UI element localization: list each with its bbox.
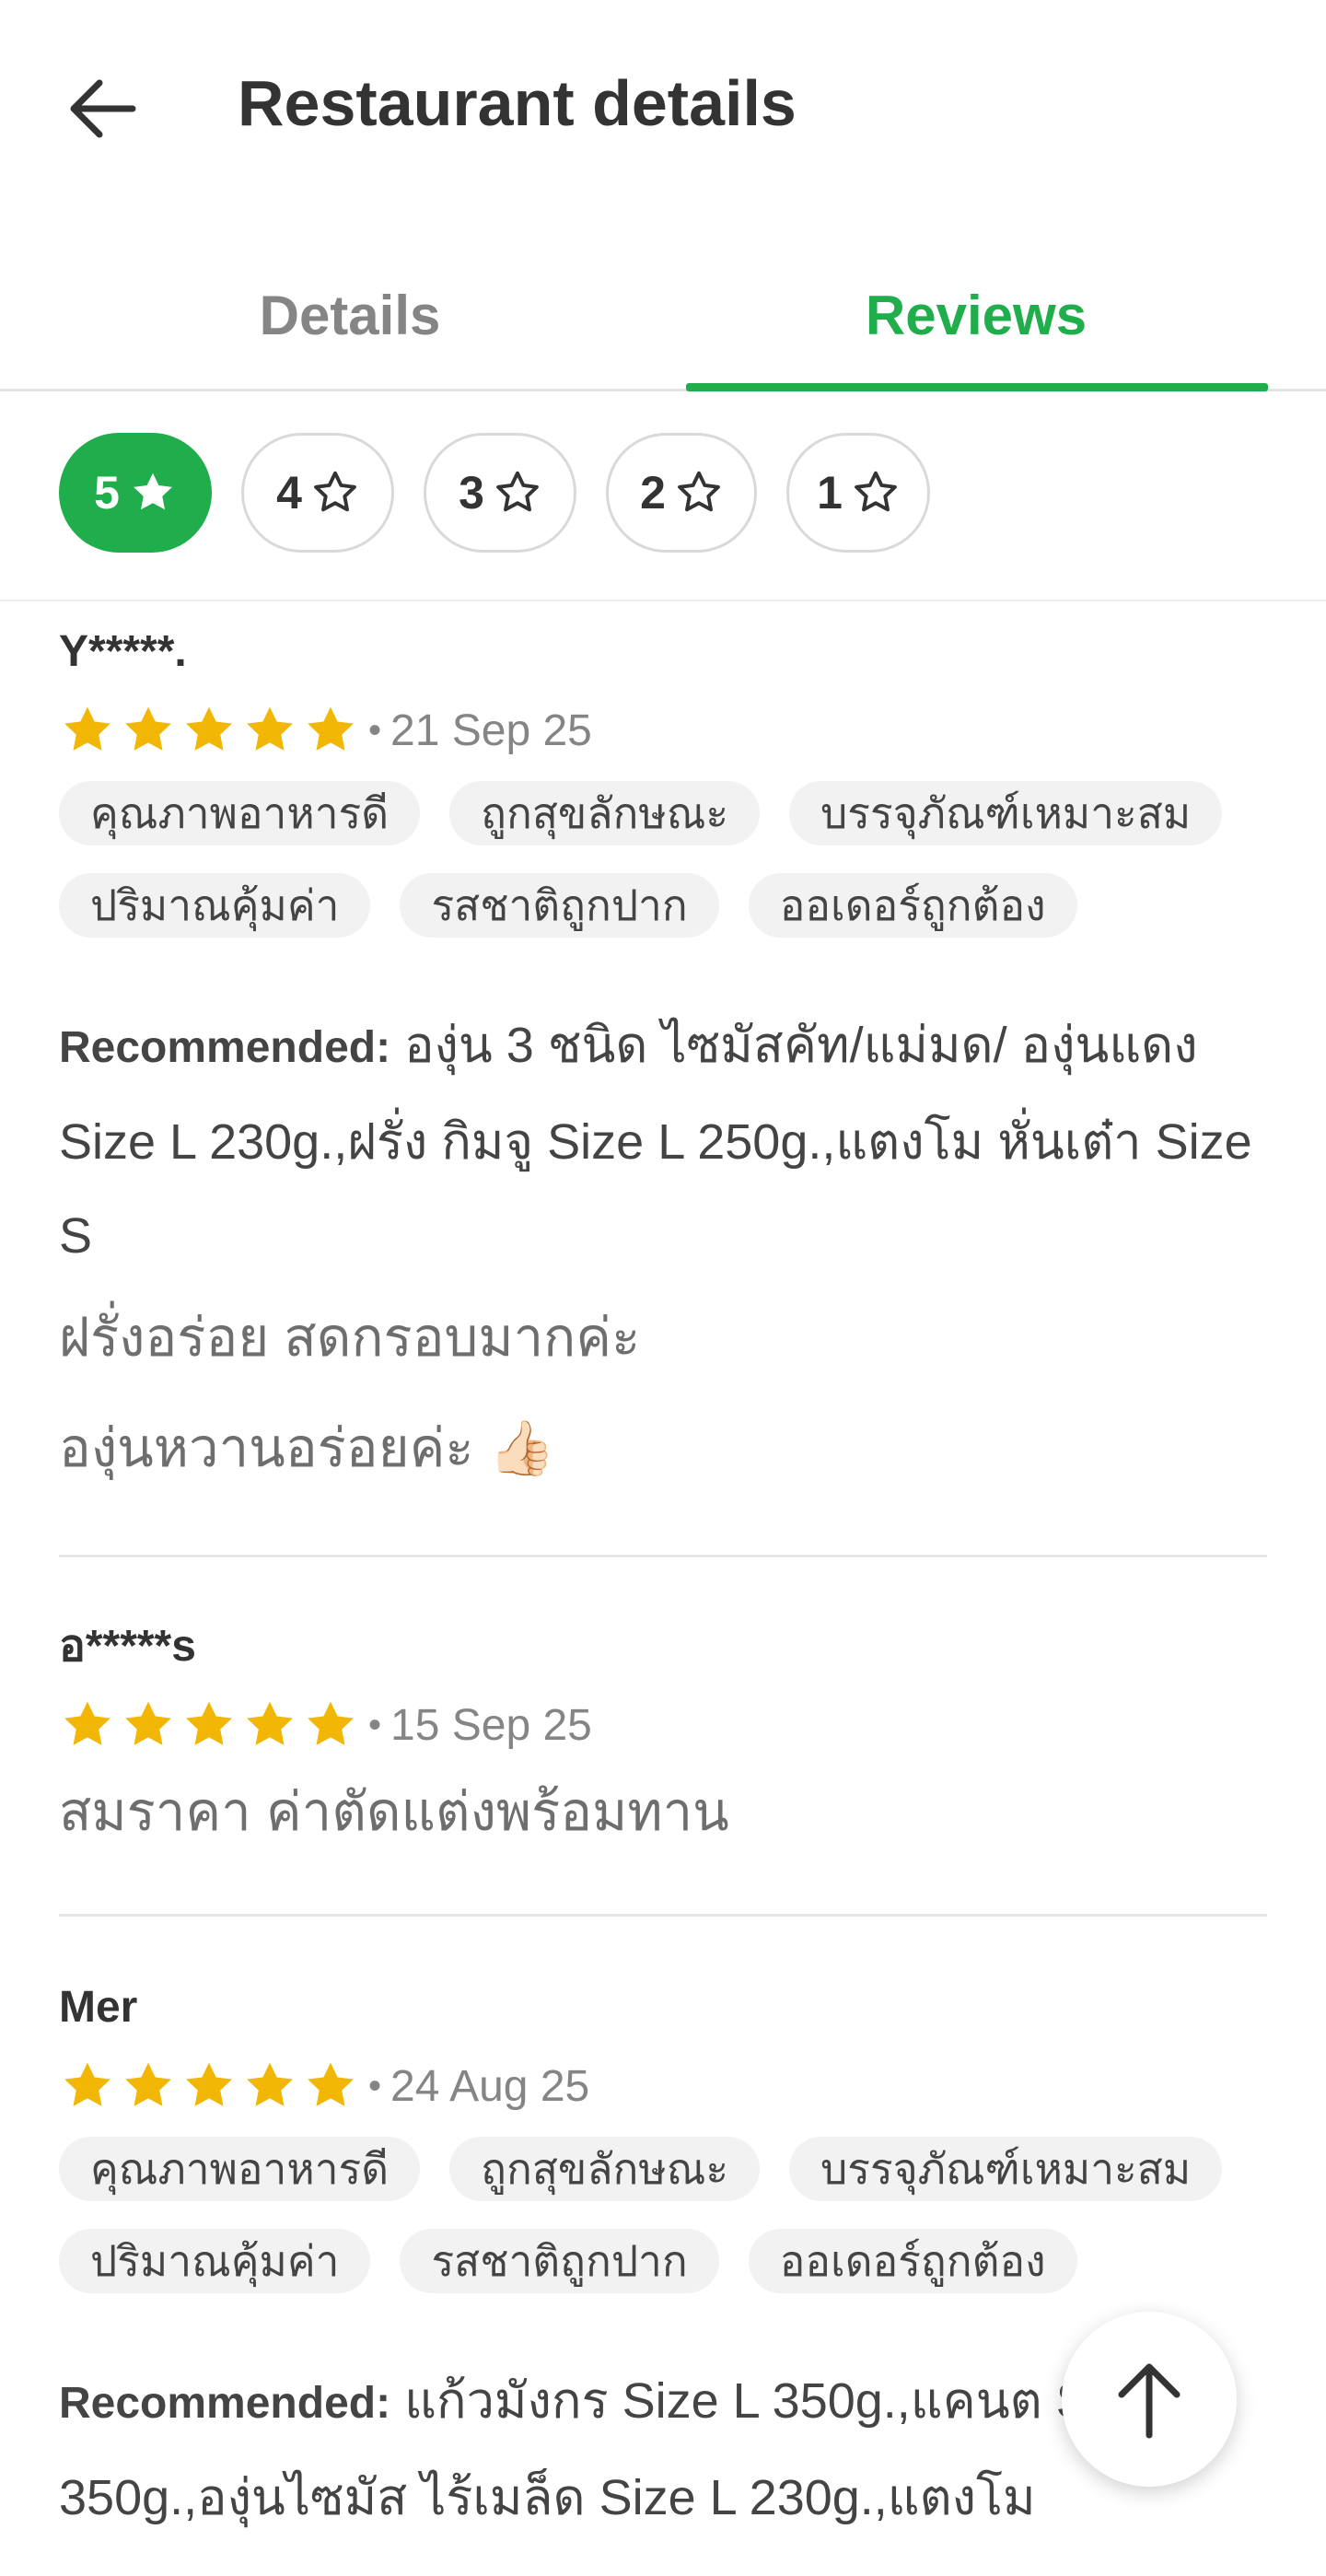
review-tags: คุณภาพอาหารดี ถูกสุขลักษณะ บรรจุภัณฑ์เหม… [59,2137,1267,2321]
star-icon [186,706,232,751]
star-icon [247,706,293,751]
rating-row: • 24 Aug 25 [59,2054,1267,2118]
tab-reviews[interactable]: Reviews [663,241,1289,389]
star-icon [308,1701,354,1745]
separator-dot: • [368,709,382,751]
review-date: 21 Sep 25 [390,705,592,755]
review-tag: คุณภาพอาหารดี [59,2137,421,2201]
filter-chip-label: 2 [640,467,666,519]
star-icon [64,1701,110,1745]
filter-chip-label: 1 [817,467,843,519]
star-icon [247,2062,293,2106]
review-tag: ออเดอร์ถูกต้อง [748,873,1077,938]
page-title: Restaurant details [238,67,797,139]
review-comment: สมราคา ค่าตัดแต่งพร้อมทาน [59,1782,729,1842]
review-date: 15 Sep 25 [390,1700,592,1750]
review-tag: ปริมาณคุ้มค่า [59,873,371,938]
scroll-to-top-button[interactable] [1062,2312,1237,2487]
arrow-left-icon [70,79,136,138]
reviewer-name: อ*****s [59,1622,196,1671]
separator-dot: • [368,1704,382,1745]
recommended-label: Recommended: [59,2379,391,2428]
star-icon [308,706,354,751]
review-tag: บรรจุภัณฑ์เหมาะสม [789,2137,1223,2201]
filter-chip-label: 5 [94,467,120,519]
review-tags: คุณภาพอาหารดี ถูกสุขลักษณะ บรรจุภัณฑ์เหม… [59,781,1267,965]
reviewer-name: Mer [59,1983,138,2032]
star-icon [186,1701,232,1745]
star-icon [125,706,171,751]
separator-dot: • [368,2065,382,2106]
review-divider [59,1914,1267,1917]
review-comment: ฝรั่งอร่อย สดกรอบมากค่ะ [59,1308,641,1368]
review-tag: คุณภาพอาหารดี [59,781,421,845]
star-outline-icon [314,471,356,512]
tab-bar: Details Reviews [0,241,1326,391]
star-icon [247,1701,293,1745]
star-icon [64,2062,110,2106]
review-tag: ปริมาณคุ้มค่า [59,2229,371,2293]
review-item: อ*****s • 15 Sep 25 สมราคา ค่าตัดแต่งพร้… [59,1619,1267,1868]
reviewer-name: Y*****. [59,627,187,676]
tab-details[interactable]: Details [37,241,663,389]
filter-chip-2-stars[interactable]: 2 [606,433,757,553]
star-icon [186,2062,232,2106]
active-tab-indicator [686,383,1268,391]
filter-chip-5-stars[interactable]: 5 [59,433,212,553]
star-icon [125,1701,171,1745]
filter-chip-1-star[interactable]: 1 [786,433,930,553]
app-header: Restaurant details [0,0,1326,207]
rating-row: • 21 Sep 25 [59,698,1267,763]
star-outline-icon [496,471,539,512]
review-tag: ถูกสุขลักษณะ [449,781,761,845]
filter-chip-3-stars[interactable]: 3 [424,433,576,553]
star-icon [308,2062,354,2106]
review-tag: รสชาติถูกปาก [400,2229,719,2293]
filter-chip-4-stars[interactable]: 4 [241,433,394,553]
filter-chip-label: 3 [459,467,484,519]
recommended-label: Recommended: [59,1023,391,1072]
star-outline-icon [678,471,720,512]
review-tag: รสชาติถูกปาก [400,873,719,938]
star-rating [59,2057,363,2115]
arrow-up-icon [1118,2363,1181,2439]
review-divider [59,1555,1267,1557]
review-item: Y*****. • 21 Sep 25 คุณภาพอาหารดี ถูกสุข… [59,624,1267,1504]
review-tag: ถูกสุขลักษณะ [449,2137,761,2201]
star-outline-icon [855,471,897,512]
filter-chip-label: 4 [276,467,302,519]
rating-filter-bar: 5 4 3 2 1 [0,391,1326,601]
recommended-items: Recommended: องุ่น 3 ชนิด ไซมัสคัท/แม่มด… [59,998,1267,1283]
star-rating [59,1696,363,1754]
back-button[interactable] [57,64,145,153]
star-rating [59,702,363,759]
review-date: 24 Aug 25 [390,2061,590,2111]
star-icon [64,706,110,751]
star-icon [133,472,172,510]
review-comment: องุ่นหวานอร่อยค่ะ 👍🏻 [59,1418,555,1478]
star-icon [125,2062,171,2106]
rating-row: • 15 Sep 25 [59,1693,1267,1757]
review-tag: บรรจุภัณฑ์เหมาะสม [789,781,1223,845]
review-tag: ออเดอร์ถูกต้อง [748,2229,1077,2293]
